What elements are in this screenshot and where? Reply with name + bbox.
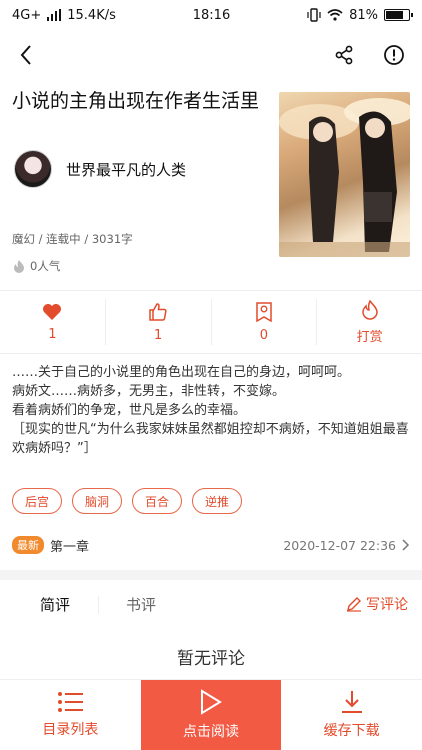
chapter-name: 第一章	[50, 539, 90, 555]
signal-icon	[47, 9, 62, 21]
toc-button[interactable]: 目录列表	[0, 680, 141, 750]
report-button[interactable]	[380, 41, 408, 69]
tab-book-review[interactable]: 书评	[98, 594, 156, 615]
back-button[interactable]	[12, 41, 40, 69]
book-meta: 魔幻 / 连载中 / 3031字	[12, 232, 133, 246]
chevron-left-icon	[20, 45, 31, 65]
tag-item[interactable]: 脑洞	[72, 488, 123, 514]
latest-chapter-row[interactable]: 最新 第一章 2020-12-07 22:36	[0, 524, 422, 566]
battery-fill	[386, 11, 403, 19]
flame-icon	[14, 260, 24, 273]
chapter-time: 2020-12-07 22:36	[283, 537, 396, 553]
book-intro: ……关于自己的小说里的角色出现在自己的身边，呵呵呵。 病娇文……病娇多，无男主，…	[0, 354, 422, 482]
tip-label: 打赏	[356, 329, 383, 345]
status-right: 81%	[307, 7, 413, 23]
flame-outline-icon	[361, 299, 378, 320]
badge-count: 0	[259, 327, 269, 343]
vibrate-icon	[307, 8, 321, 22]
status-bar: 4G+ 15.4K/s 18:16 81%	[0, 0, 422, 30]
tag-item[interactable]: 百合	[132, 488, 183, 514]
list-icon	[58, 692, 84, 712]
network-label: 4G+	[12, 7, 42, 23]
status-left: 4G+ 15.4K/s	[12, 8, 116, 23]
download-button[interactable]: 缓存下载	[281, 680, 422, 750]
intro-line: 看着病娇们的争宠，世凡是多么的幸福。	[12, 403, 247, 418]
empty-comments: 暂无评论	[177, 649, 245, 669]
bookmark-badge-icon	[256, 301, 272, 322]
thumbs-up-stat[interactable]: 1	[106, 299, 212, 345]
cover-illustration	[279, 98, 410, 257]
intro-line: 病娇文……病娇多，无男主，非性转，不变嫁。	[12, 384, 286, 399]
stats-row: 1 1 0 打赏	[0, 291, 422, 353]
tag-item[interactable]: 逆推	[192, 488, 243, 514]
book-title: 小说的主角出现在作者生活里	[12, 90, 260, 112]
heart-icon	[43, 303, 62, 320]
clock: 18:16	[192, 7, 231, 23]
write-comment-label: 写评论	[366, 597, 408, 613]
read-button[interactable]: 点击阅读	[140, 680, 282, 750]
share-icon	[335, 45, 353, 65]
battery-icon	[384, 9, 413, 21]
intro-line: ……关于自己的小说里的角色出现在自己的身边，呵呵呵。	[12, 365, 351, 380]
share-button[interactable]	[330, 41, 358, 69]
write-comment-button[interactable]: 写评论	[346, 594, 408, 614]
comment-tabs: 简评 书评 写评论	[0, 580, 422, 628]
like-count: 1	[48, 326, 57, 342]
download-icon	[341, 691, 362, 713]
battery-percent: 81%	[349, 7, 378, 23]
toc-label: 目录列表	[42, 722, 99, 738]
pencil-icon	[347, 597, 361, 612]
read-label: 点击阅读	[183, 724, 239, 740]
book-cover[interactable]	[279, 92, 410, 257]
tab-short-review[interactable]: 简评	[40, 594, 70, 615]
wifi-icon	[327, 9, 343, 21]
book-header: 小说的主角出现在作者生活里 世界最平凡的人类 魔幻 / 连载中 / 3031字 …	[0, 80, 422, 290]
author-avatar[interactable]	[14, 150, 52, 188]
like-stat[interactable]: 1	[0, 299, 106, 345]
popularity: 0人气	[12, 258, 60, 274]
network-speed: 15.4K/s	[67, 7, 116, 23]
play-icon	[201, 689, 222, 715]
intro-line: ［现实的世凡“为什么我家妹妹虽然都姐控却不病娇，不知道姐姐最喜欢病娇吗？”］	[12, 422, 409, 456]
popularity-label: 0人气	[30, 259, 61, 273]
tip-stat[interactable]: 打赏	[317, 299, 422, 345]
new-badge: 最新	[12, 536, 44, 554]
author-row[interactable]: 世界最平凡的人类	[14, 150, 186, 188]
section-gap	[0, 570, 422, 580]
tag-list: 后宫 脑洞 百合 逆推	[0, 482, 422, 522]
bottom-bar: 目录列表 点击阅读 缓存下载	[0, 679, 422, 750]
author-name[interactable]: 世界最平凡的人类	[66, 159, 186, 180]
badge-stat[interactable]: 0	[212, 299, 318, 345]
thumbs-up-icon	[149, 302, 167, 321]
tag-item[interactable]: 后宫	[12, 488, 63, 514]
download-label: 缓存下载	[323, 723, 380, 739]
exclamation-circle-icon	[384, 45, 404, 65]
top-bar	[0, 30, 422, 80]
thumbs-up-count: 1	[153, 327, 163, 343]
chevron-right-icon	[402, 539, 410, 551]
